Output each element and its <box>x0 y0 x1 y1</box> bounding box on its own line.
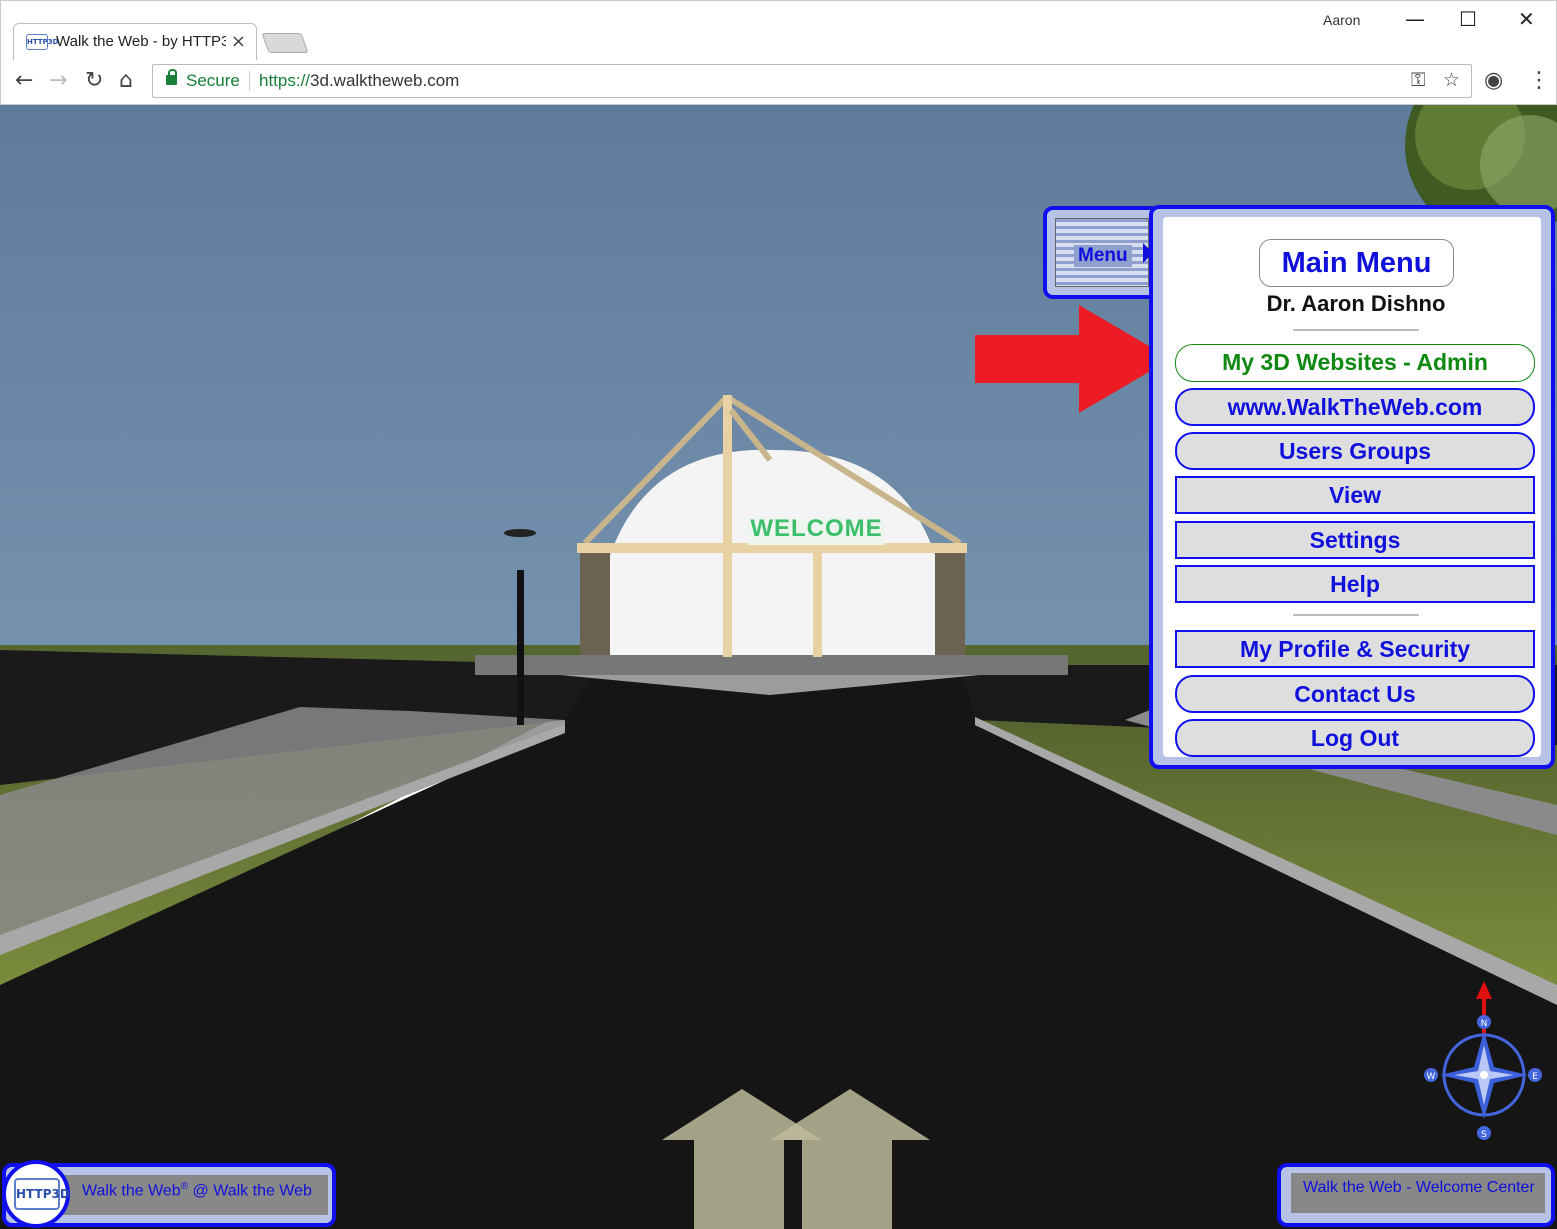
main-menu-panel: Main Menu Dr. Aaron Dishno My 3D Website… <box>1149 205 1555 769</box>
registered-mark: ® <box>180 1181 189 1192</box>
url-host: 3d.walktheweb.com <box>310 71 460 90</box>
kebab-menu-icon[interactable]: ⋮ <box>1528 68 1550 94</box>
forward-icon[interactable]: → <box>49 68 67 94</box>
brand-suffix: @ Walk the Web <box>188 1182 312 1200</box>
bottom-right-panel: Walk the Web - Welcome Center <box>1291 1173 1545 1213</box>
menu-divider <box>1293 329 1419 331</box>
menu-item-settings[interactable]: Settings <box>1175 521 1535 559</box>
menu-item-users-groups[interactable]: Users Groups <box>1175 432 1535 470</box>
tab-title: Walk the Web - by HTTP3D <box>56 33 226 50</box>
main-menu-body: Main Menu Dr. Aaron Dishno My 3D Website… <box>1163 217 1541 757</box>
new-tab-button[interactable] <box>261 33 309 53</box>
menu-toggle-button[interactable]: Menu <box>1043 206 1161 299</box>
url-scheme: https:// <box>259 71 311 90</box>
secure-label: Secure <box>186 71 240 90</box>
home-icon[interactable]: ⌂ <box>119 68 133 94</box>
location-label: Walk the Web - Welcome Center <box>1303 1179 1535 1196</box>
key-icon[interactable]: ⚿ <box>1411 69 1425 91</box>
omnibox-divider <box>249 71 250 91</box>
menu-item-walktheweb-com[interactable]: www.WalkTheWeb.com <box>1175 388 1535 426</box>
http3d-logo-icon: HTTP3D <box>14 1178 70 1210</box>
compass-e: E <box>1532 1072 1538 1082</box>
site-favicon-icon: HTTP3D <box>26 34 58 50</box>
star-icon[interactable]: ☆ <box>1443 69 1460 91</box>
building-wall-right <box>935 545 965 655</box>
annotation-arrow-icon <box>975 305 1171 413</box>
menu-item-view[interactable]: View <box>1175 476 1535 514</box>
compass-w: W <box>1427 1072 1436 1082</box>
close-window-icon[interactable]: ✕ <box>1518 7 1535 31</box>
profile-name[interactable]: Aaron <box>1323 12 1360 28</box>
url-text[interactable]: https://3d.walktheweb.com <box>259 71 459 91</box>
lamp-head <box>504 529 536 537</box>
brand-link[interactable]: Walk the Web® @ Walk the Web <box>82 1181 312 1200</box>
bottom-right-bar[interactable]: Walk the Web - Welcome Center <box>1277 1163 1555 1227</box>
compass-icon: N E S W <box>1424 981 1542 1140</box>
minimize-icon[interactable]: — <box>1405 7 1425 31</box>
menu-item-my-profile-security[interactable]: My Profile & Security <box>1175 630 1535 668</box>
user-name: Dr. Aaron Dishno <box>1266 291 1446 316</box>
bottom-left-panel: Walk the Web® @ Walk the Web <box>62 1175 328 1215</box>
building-wall-left <box>580 545 610 655</box>
browser-titlebar: HTTP3D Walk the Web - by HTTP3D × Aaron … <box>0 0 1557 61</box>
lamp-post <box>517 570 524 725</box>
address-bar[interactable]: Secure https://3d.walktheweb.com ⚿ ☆ <box>152 64 1472 98</box>
browser-tab[interactable]: HTTP3D Walk the Web - by HTTP3D × <box>13 23 257 61</box>
browser-toolbar: ← → ↻ ⌂ Secure https://3d.walktheweb.com… <box>0 60 1557 105</box>
menu-item-contact-us[interactable]: Contact Us <box>1175 675 1535 713</box>
reload-icon[interactable]: ↻ <box>85 68 103 94</box>
welcome-sign-text: WELCOME <box>750 515 883 542</box>
tab-close-icon[interactable]: × <box>231 31 246 52</box>
extension-icon[interactable]: ◉ <box>1484 68 1503 94</box>
brand-name: Walk the Web <box>82 1182 181 1200</box>
maximize-icon[interactable]: ☐ <box>1459 7 1477 31</box>
menu-toggle-panel: Menu <box>1055 218 1153 287</box>
compass-n: N <box>1481 1019 1488 1029</box>
plaza-wall <box>475 655 1068 675</box>
compass-s: S <box>1481 1130 1487 1140</box>
main-menu-title: Main Menu <box>1259 239 1454 287</box>
menu-item-log-out[interactable]: Log Out <box>1175 719 1535 757</box>
center-post <box>723 395 732 657</box>
right-post <box>813 550 822 657</box>
menu-item-my-3d-websites-admin[interactable]: My 3D Websites - Admin <box>1175 344 1535 382</box>
menu-toggle-label: Menu <box>1074 245 1132 267</box>
menu-divider <box>1293 614 1419 616</box>
http3d-logo-button[interactable]: HTTP3D <box>2 1160 70 1228</box>
back-icon[interactable]: ← <box>15 68 33 94</box>
lock-icon <box>166 69 177 85</box>
menu-item-help[interactable]: Help <box>1175 565 1535 603</box>
